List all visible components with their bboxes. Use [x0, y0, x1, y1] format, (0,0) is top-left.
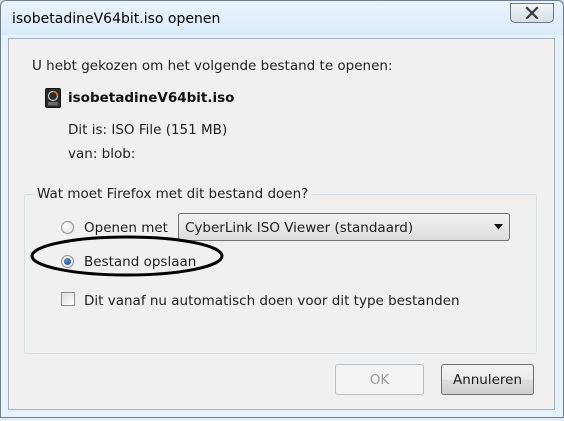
application-select-value: CyberLink ISO Viewer (standaard): [185, 220, 414, 236]
dialog-heading: U hebt gekozen om het volgende bestand t…: [32, 58, 393, 74]
close-icon: [525, 7, 539, 19]
dialog-body: U hebt gekozen om het volgende bestand t…: [8, 38, 555, 410]
action-group-legend: Wat moet Firefox met dit bestand doen?: [37, 186, 309, 202]
application-select[interactable]: CyberLink ISO Viewer (standaard): [178, 213, 510, 241]
download-dialog: isobetadineV64bit.iso openen U hebt geko…: [0, 0, 564, 418]
open-with-label[interactable]: Openen met: [84, 220, 168, 236]
action-group: Wat moet Firefox met dit bestand doen?: [24, 186, 537, 354]
window-title: isobetadineV64bit.iso openen: [12, 11, 221, 27]
screen: isobetadineV64bit.iso openen U hebt geko…: [0, 0, 564, 421]
cancel-button[interactable]: Annuleren: [441, 364, 534, 395]
chevron-down-icon: [494, 224, 503, 230]
auto-action-label[interactable]: Dit vanaf nu automatisch doen voor dit t…: [84, 293, 460, 309]
title-bar[interactable]: isobetadineV64bit.iso openen: [1, 1, 563, 35]
save-file-label[interactable]: Bestand opslaan: [84, 254, 196, 270]
file-name: isobetadineV64bit.iso: [68, 90, 235, 106]
file-type-info: Dit is: ISO File (151 MB): [68, 122, 228, 138]
save-file-radio[interactable]: [61, 255, 74, 268]
ok-button[interactable]: OK: [335, 364, 424, 395]
file-source-info: van: blob:: [68, 146, 136, 162]
auto-action-checkbox[interactable]: [61, 292, 75, 306]
close-button[interactable]: [510, 3, 554, 23]
open-with-radio[interactable]: [61, 221, 74, 234]
iso-file-icon: [45, 88, 61, 108]
